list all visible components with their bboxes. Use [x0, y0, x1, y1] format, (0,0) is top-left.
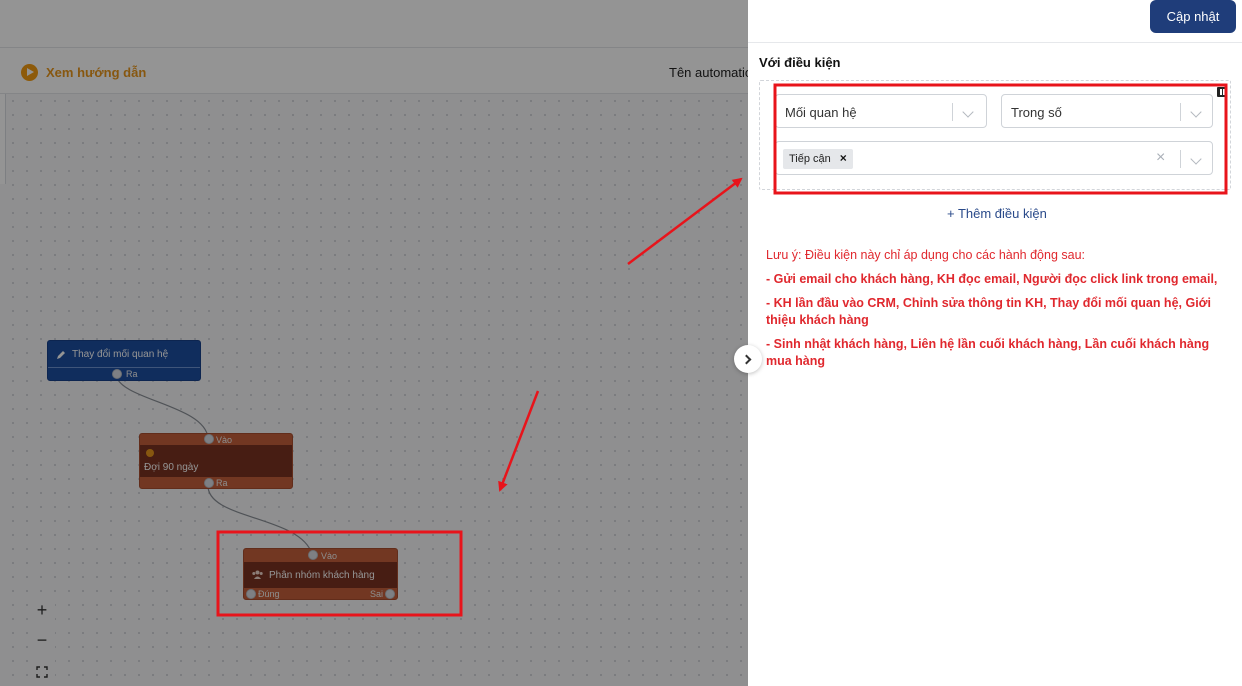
chevron-down-icon[interactable] [1190, 153, 1202, 165]
select-divider [1180, 150, 1181, 168]
update-button[interactable]: Cập nhật [1150, 0, 1236, 33]
value-chip: Tiếp cận × [783, 149, 853, 169]
condition-side-panel: Cập nhật Với điều kiện Mối quan hệ Trong… [748, 0, 1242, 686]
add-condition-link[interactable]: + Thêm điều kiện [947, 206, 1047, 221]
collapse-panel-button[interactable] [734, 345, 762, 373]
selected-value: Trong số [1011, 105, 1062, 120]
note-text: Lưu ý: Điều kiện này chỉ áp dụng cho các… [766, 247, 1226, 377]
note-item: - Sinh nhật khách hàng, Liên hệ lần cuối… [766, 337, 1210, 368]
modal-backdrop[interactable] [0, 0, 748, 686]
note-item: - KH lần đầu vào CRM, Chỉnh sửa thông ti… [766, 296, 1212, 327]
condition-values-multiselect[interactable]: Tiếp cận × × [775, 141, 1213, 175]
note-item: - Gửi email cho khách hàng, KH đọc email… [766, 272, 1218, 286]
chevron-down-icon[interactable] [962, 106, 974, 118]
chip-label: Tiếp cận [789, 153, 831, 165]
select-divider [1180, 103, 1181, 121]
condition-field-select[interactable]: Mối quan hệ [775, 94, 987, 128]
panel-header: Cập nhật [748, 0, 1242, 43]
select-divider [952, 103, 953, 121]
automation-canvas-area: Xem hướng dẫn Tên automation Thay đổi mố… [0, 0, 759, 686]
pause-icon[interactable] [1217, 87, 1227, 97]
chevron-down-icon[interactable] [1190, 106, 1202, 118]
condition-title: Với điều kiện [759, 55, 841, 70]
condition-operator-select[interactable]: Trong số [1001, 94, 1213, 128]
chevron-right-icon [741, 354, 752, 364]
note-intro: Lưu ý: Điều kiện này chỉ áp dụng cho các… [766, 248, 1086, 262]
clear-icon[interactable]: × [1156, 149, 1165, 167]
selected-value: Mối quan hệ [785, 105, 857, 120]
chip-remove-icon[interactable]: × [840, 151, 847, 165]
